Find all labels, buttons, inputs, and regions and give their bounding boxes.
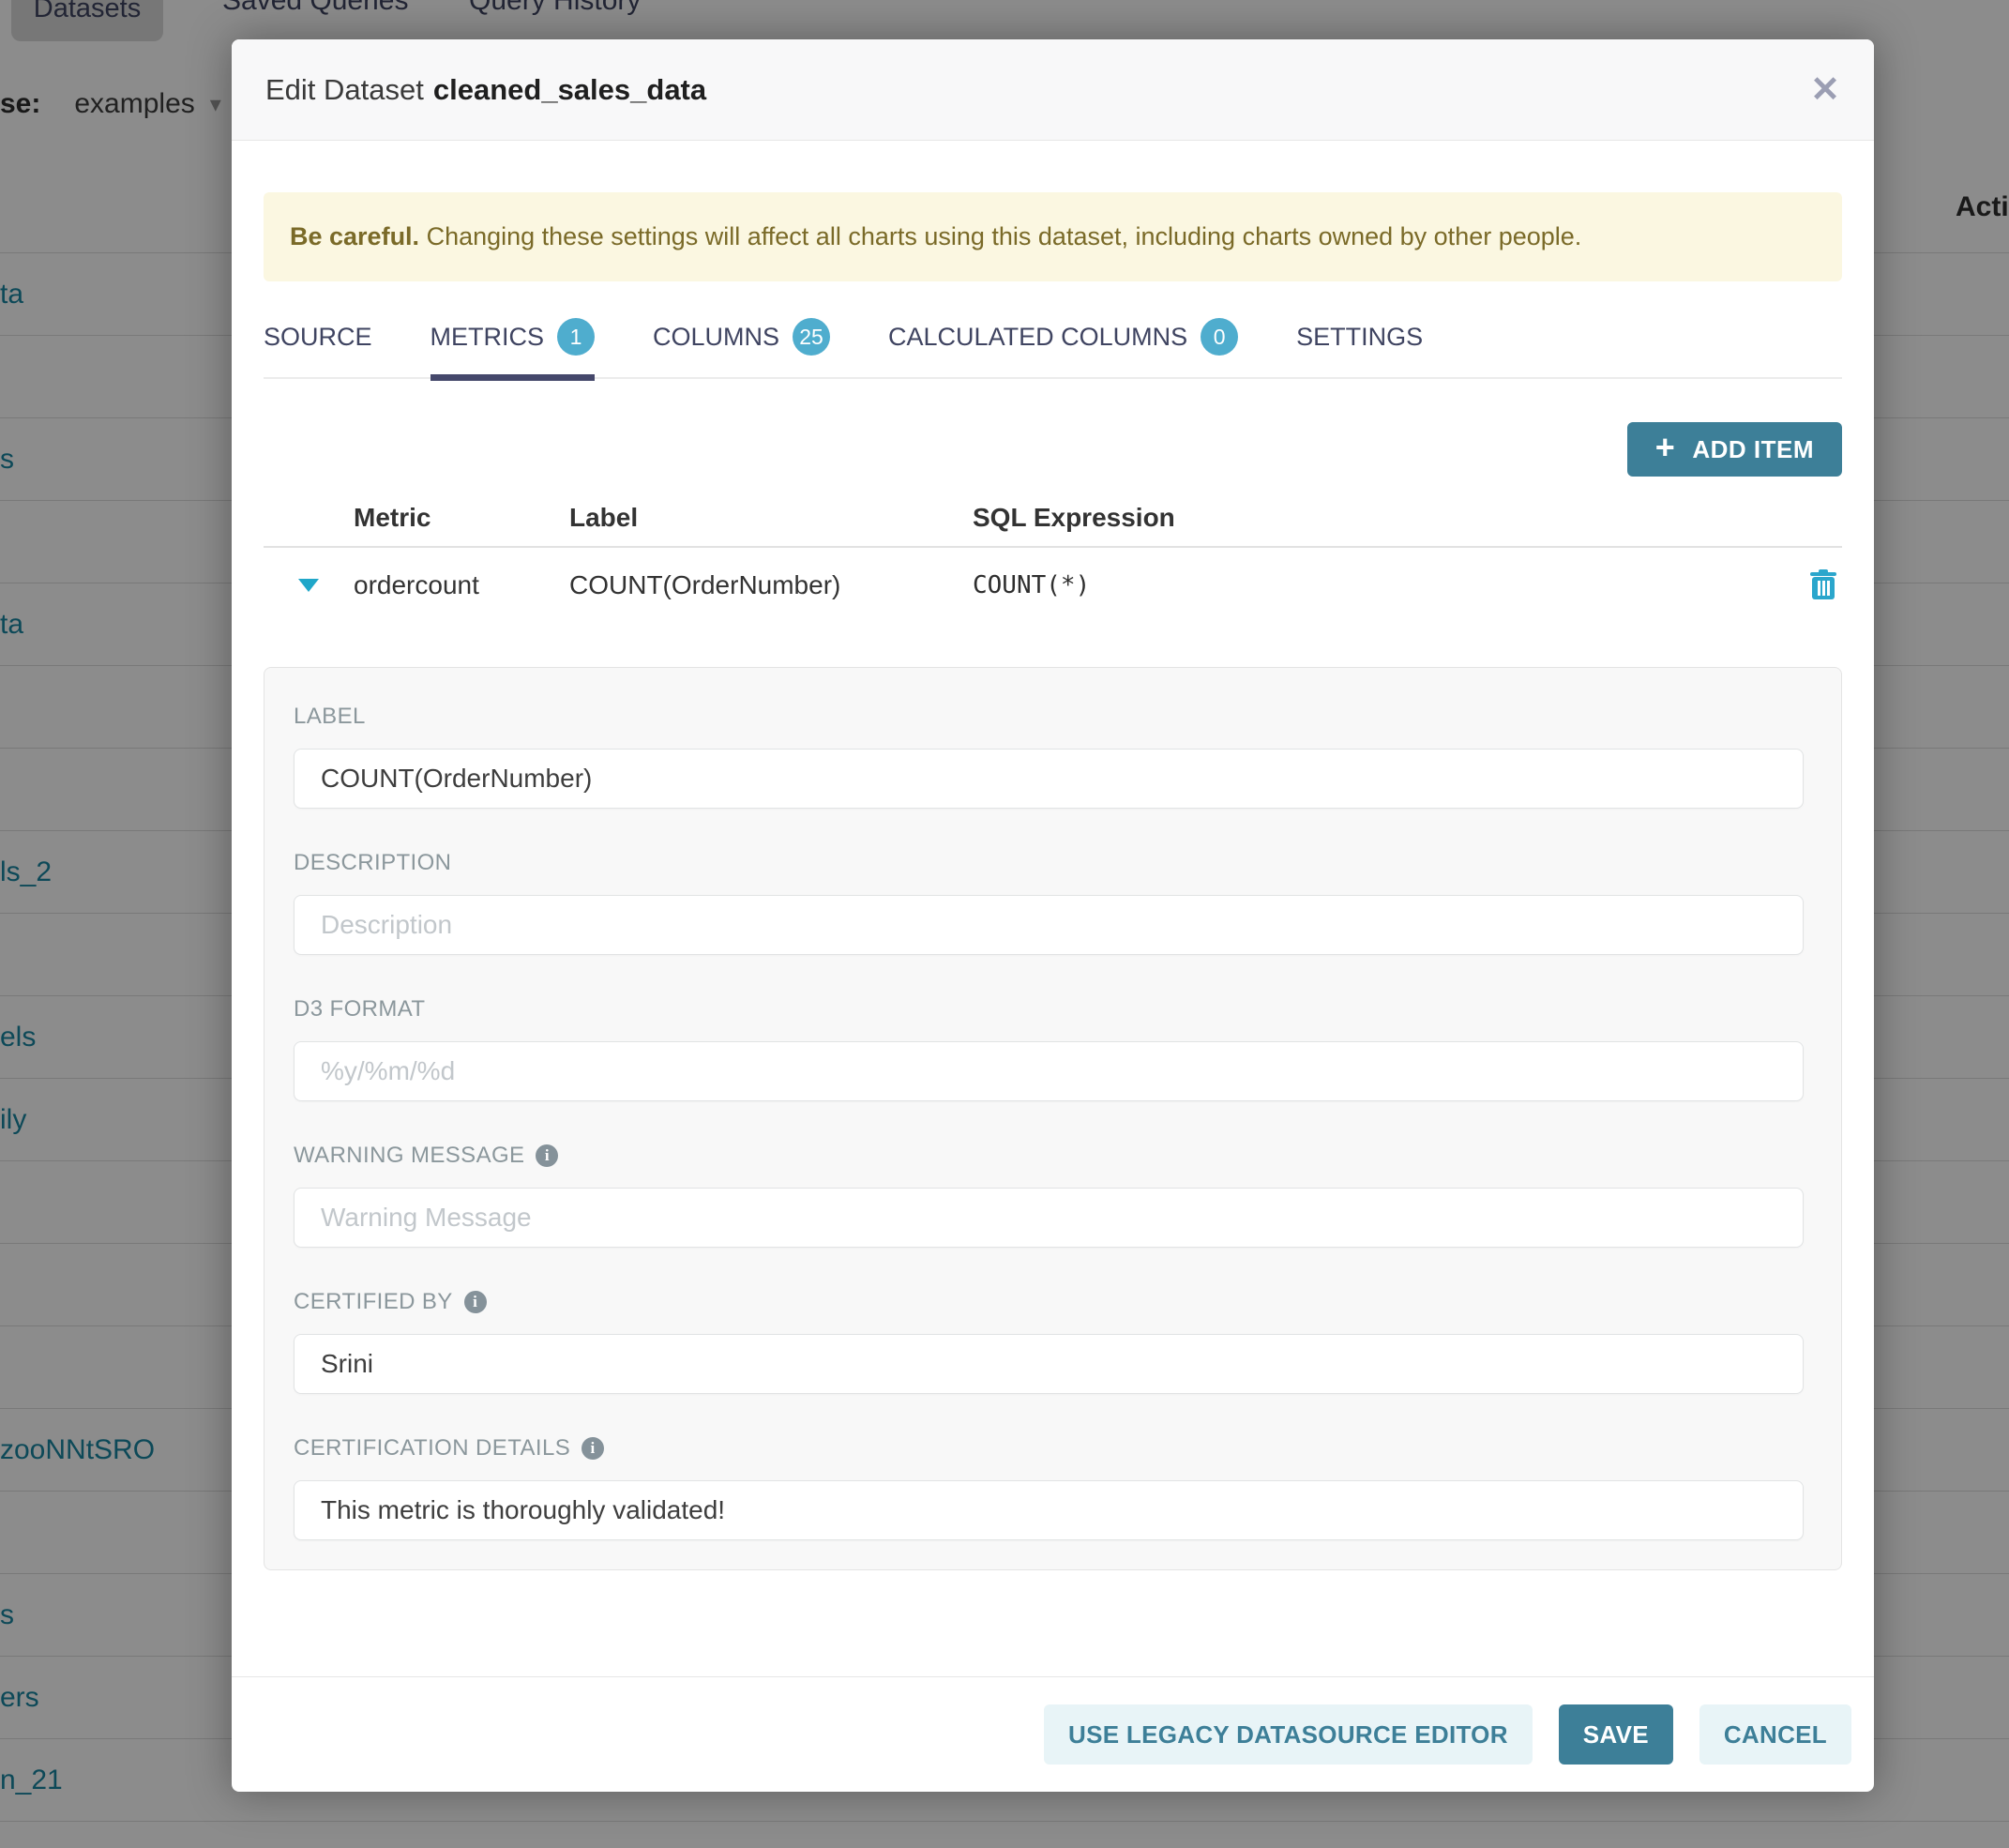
add-item-button[interactable]: + ADD ITEM (1627, 422, 1842, 477)
modal-title: Edit Dataset cleaned_sales_data (265, 73, 706, 107)
warning-banner-text: Be careful. Changing these settings will… (290, 222, 1581, 251)
warning-message-input[interactable] (294, 1188, 1804, 1248)
metrics-toolbar: + ADD ITEM (264, 422, 1842, 477)
certified-by-input[interactable] (294, 1334, 1804, 1394)
tab-calculated-columns-badge: 0 (1201, 318, 1238, 356)
modal-footer: USE LEGACY DATASOURCE EDITOR SAVE CANCEL (232, 1676, 1874, 1792)
label-input[interactable] (294, 749, 1804, 809)
field-certification-details: CERTIFICATION DETAILS i (294, 1435, 1804, 1540)
field-certified-by-title-text: CERTIFIED BY (294, 1289, 453, 1315)
field-description: DESCRIPTION (294, 850, 1804, 955)
delete-metric-button[interactable] (1805, 569, 1842, 601)
field-d3-format-title-text: D3 FORMAT (294, 996, 426, 1022)
expand-collapse-caret[interactable] (264, 579, 354, 592)
field-certification-details-title: CERTIFICATION DETAILS i (294, 1435, 1804, 1462)
save-button[interactable]: SAVE (1559, 1704, 1673, 1765)
dataset-editor-tabs: SOURCE METRICS 1 COLUMNS 25 CALCULATED C… (264, 311, 1842, 379)
metric-sql-expression: COUNT(*) (973, 571, 1805, 599)
modal-title-prefix: Edit Dataset (265, 73, 424, 106)
field-warning-message-title: WARNING MESSAGE i (294, 1143, 1804, 1169)
plus-icon: + (1655, 428, 1676, 467)
field-description-title: DESCRIPTION (294, 850, 1804, 876)
field-certified-by-title: CERTIFIED BY i (294, 1289, 1804, 1315)
field-d3-format-title: D3 FORMAT (294, 996, 1804, 1022)
use-legacy-datasource-editor-button[interactable]: USE LEGACY DATASOURCE EDITOR (1044, 1704, 1533, 1765)
modal-body: Be careful. Changing these settings will… (232, 141, 1874, 1676)
tab-columns[interactable]: COLUMNS 25 (653, 311, 830, 377)
info-icon: i (464, 1291, 487, 1313)
warning-banner: Be careful. Changing these settings will… (264, 192, 1842, 281)
field-certification-details-title-text: CERTIFICATION DETAILS (294, 1435, 570, 1462)
warning-banner-rest: Changing these settings will affect all … (419, 222, 1581, 250)
tab-source[interactable]: SOURCE (264, 311, 372, 377)
trash-icon (1809, 569, 1837, 601)
metrics-table-header: Metric Label SQL Expression (264, 497, 1842, 548)
info-icon: i (536, 1144, 558, 1167)
caret-down-icon (298, 579, 319, 592)
tab-columns-label: COLUMNS (653, 323, 779, 352)
modal-header: Edit Dataset cleaned_sales_data ✕ (232, 39, 1874, 141)
close-icon[interactable]: ✕ (1810, 72, 1840, 108)
tab-metrics-label: METRICS (430, 323, 545, 352)
tab-settings[interactable]: SETTINGS (1296, 311, 1423, 377)
metric-detail-panel: LABEL DESCRIPTION D3 FORMAT (264, 667, 1842, 1570)
tab-settings-label: SETTINGS (1296, 323, 1423, 352)
field-warning-message-title-text: WARNING MESSAGE (294, 1143, 524, 1169)
screen: Datasets Saved Queries Query History se:… (0, 0, 2009, 1848)
field-label: LABEL (294, 704, 1804, 809)
metric-label: COUNT(OrderNumber) (569, 570, 973, 600)
field-warning-message: WARNING MESSAGE i (294, 1143, 1804, 1248)
description-input[interactable] (294, 895, 1804, 955)
metrics-header-label: Label (569, 503, 973, 533)
warning-banner-bold: Be careful. (290, 222, 419, 250)
add-item-label: ADD ITEM (1692, 435, 1814, 464)
field-description-title-text: DESCRIPTION (294, 850, 451, 876)
tab-metrics-badge: 1 (557, 318, 595, 356)
field-label-title-text: LABEL (294, 704, 366, 730)
modal-title-dataset-name: cleaned_sales_data (433, 73, 706, 106)
tab-columns-badge: 25 (793, 318, 830, 356)
metric-row: ordercount COUNT(OrderNumber) COUNT(*) (264, 548, 1842, 623)
tab-calculated-columns[interactable]: CALCULATED COLUMNS 0 (888, 311, 1238, 377)
certification-details-input[interactable] (294, 1480, 1804, 1540)
metrics-header-sql: SQL Expression (973, 503, 1805, 533)
metrics-header-metric: Metric (354, 503, 569, 533)
d3-format-input[interactable] (294, 1041, 1804, 1101)
info-icon: i (582, 1437, 604, 1460)
field-d3-format: D3 FORMAT (294, 996, 1804, 1101)
metric-name: ordercount (354, 570, 569, 600)
field-label-title: LABEL (294, 704, 1804, 730)
edit-dataset-modal: Edit Dataset cleaned_sales_data ✕ Be care… (232, 39, 1874, 1792)
tab-source-label: SOURCE (264, 323, 372, 352)
field-certified-by: CERTIFIED BY i (294, 1289, 1804, 1394)
cancel-button[interactable]: CANCEL (1699, 1704, 1851, 1765)
tab-calculated-columns-label: CALCULATED COLUMNS (888, 323, 1187, 352)
tab-metrics[interactable]: METRICS 1 (430, 311, 596, 377)
